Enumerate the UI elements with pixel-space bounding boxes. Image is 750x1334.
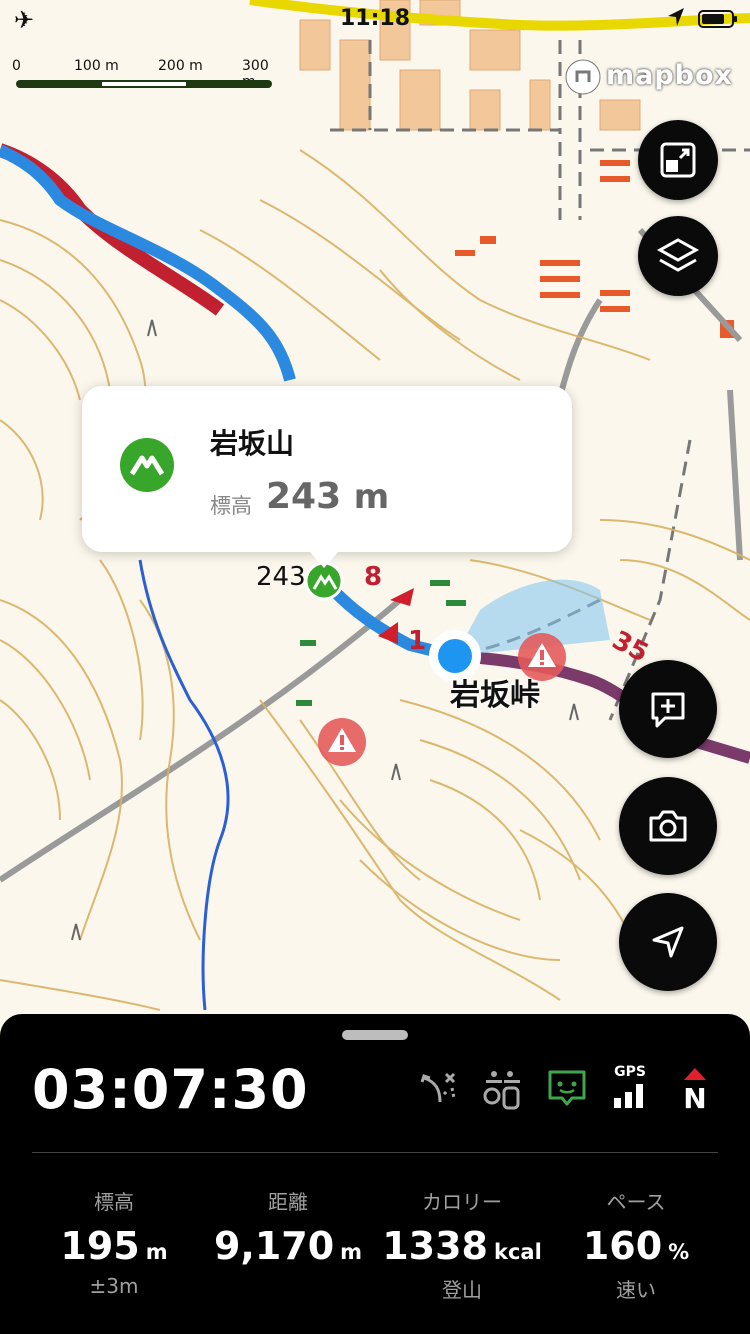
stat-value: 1338 kcal xyxy=(382,1224,542,1268)
camera-icon xyxy=(649,810,687,842)
navigate-icon xyxy=(652,926,684,958)
stat-value: 160% xyxy=(582,1224,690,1268)
navigate-button[interactable] xyxy=(619,893,717,991)
scale-bar: 0 100 m 200 m 300 m xyxy=(12,58,282,90)
stat-value: 195 m xyxy=(60,1224,168,1268)
route-marker-label: 8 xyxy=(364,562,383,592)
chat-icon[interactable] xyxy=(546,1068,588,1110)
elevation-value: 243 m xyxy=(266,476,389,517)
route-marker-label: 1 xyxy=(408,626,427,656)
compass-label: N xyxy=(683,1082,707,1115)
elevation-label: 標高 xyxy=(210,494,252,518)
stat-label: ペース xyxy=(606,1190,666,1214)
gps-label: GPS xyxy=(614,1064,646,1080)
stat-elevation: 標高 195 m ±3m xyxy=(24,1186,204,1300)
layers-button[interactable] xyxy=(638,216,718,296)
battery-icon xyxy=(698,10,737,28)
stat-label: 標高 xyxy=(94,1190,134,1214)
elapsed-time: 03:07:30 xyxy=(32,1058,309,1121)
location-arrow-icon xyxy=(668,8,684,26)
stat-distance: 距離 9,170 m xyxy=(198,1186,378,1300)
layers-icon xyxy=(656,238,700,272)
stat-pace: ペース 160% 速い xyxy=(546,1186,726,1302)
mapbox-logo-icon xyxy=(565,59,601,95)
panel-divider xyxy=(32,1152,718,1153)
mountain-icon xyxy=(120,438,174,492)
mapbox-text: mapbox xyxy=(606,60,733,91)
map-label-peak-height: 243 xyxy=(256,562,306,592)
stat-sub xyxy=(198,1274,378,1300)
elevation-number: 243 xyxy=(266,476,342,517)
popup-title: 岩坂山 xyxy=(210,427,295,460)
scale-tick: 0 xyxy=(12,58,21,74)
scale-tick: 200 m xyxy=(158,58,203,74)
scale-tick: 100 m xyxy=(74,58,119,74)
stat-sub: 速い xyxy=(616,1278,656,1302)
hikers-icon[interactable] xyxy=(482,1068,524,1110)
stat-sub: 登山 xyxy=(442,1278,482,1302)
fit-screen-button[interactable] xyxy=(638,120,718,200)
camera-button[interactable] xyxy=(619,777,717,875)
route-icon[interactable] xyxy=(418,1068,460,1108)
gps-icon: GPS xyxy=(612,1064,652,1112)
activity-panel[interactable]: 03:07:30 GPS N 標高 195 m ±3m 距離 9,170 m カ… xyxy=(0,1014,750,1334)
status-bar: ✈ 11:18 xyxy=(0,0,750,40)
elevation-unit: m xyxy=(353,477,390,517)
stat-value: 9,170 m xyxy=(213,1224,363,1268)
add-memo-button[interactable] xyxy=(619,660,717,758)
mapbox-attribution[interactable]: mapbox xyxy=(564,58,732,96)
fit-screen-icon xyxy=(660,142,696,178)
stat-sub: ±3m xyxy=(89,1274,139,1298)
map-label-pass: 岩坂峠 xyxy=(450,678,540,713)
drag-handle[interactable] xyxy=(342,1030,408,1040)
stat-label: カロリー xyxy=(422,1190,502,1214)
stat-label: 距離 xyxy=(268,1190,308,1214)
warning-marker xyxy=(318,718,366,766)
status-time: 11:18 xyxy=(339,6,411,31)
compass-icon[interactable]: N xyxy=(678,1066,714,1115)
peak-info-popup[interactable]: 岩坂山 標高 243 m xyxy=(82,386,572,568)
peak-marker xyxy=(304,561,344,601)
stat-calories: カロリー 1338 kcal 登山 xyxy=(372,1186,552,1302)
add-memo-icon xyxy=(651,692,685,728)
